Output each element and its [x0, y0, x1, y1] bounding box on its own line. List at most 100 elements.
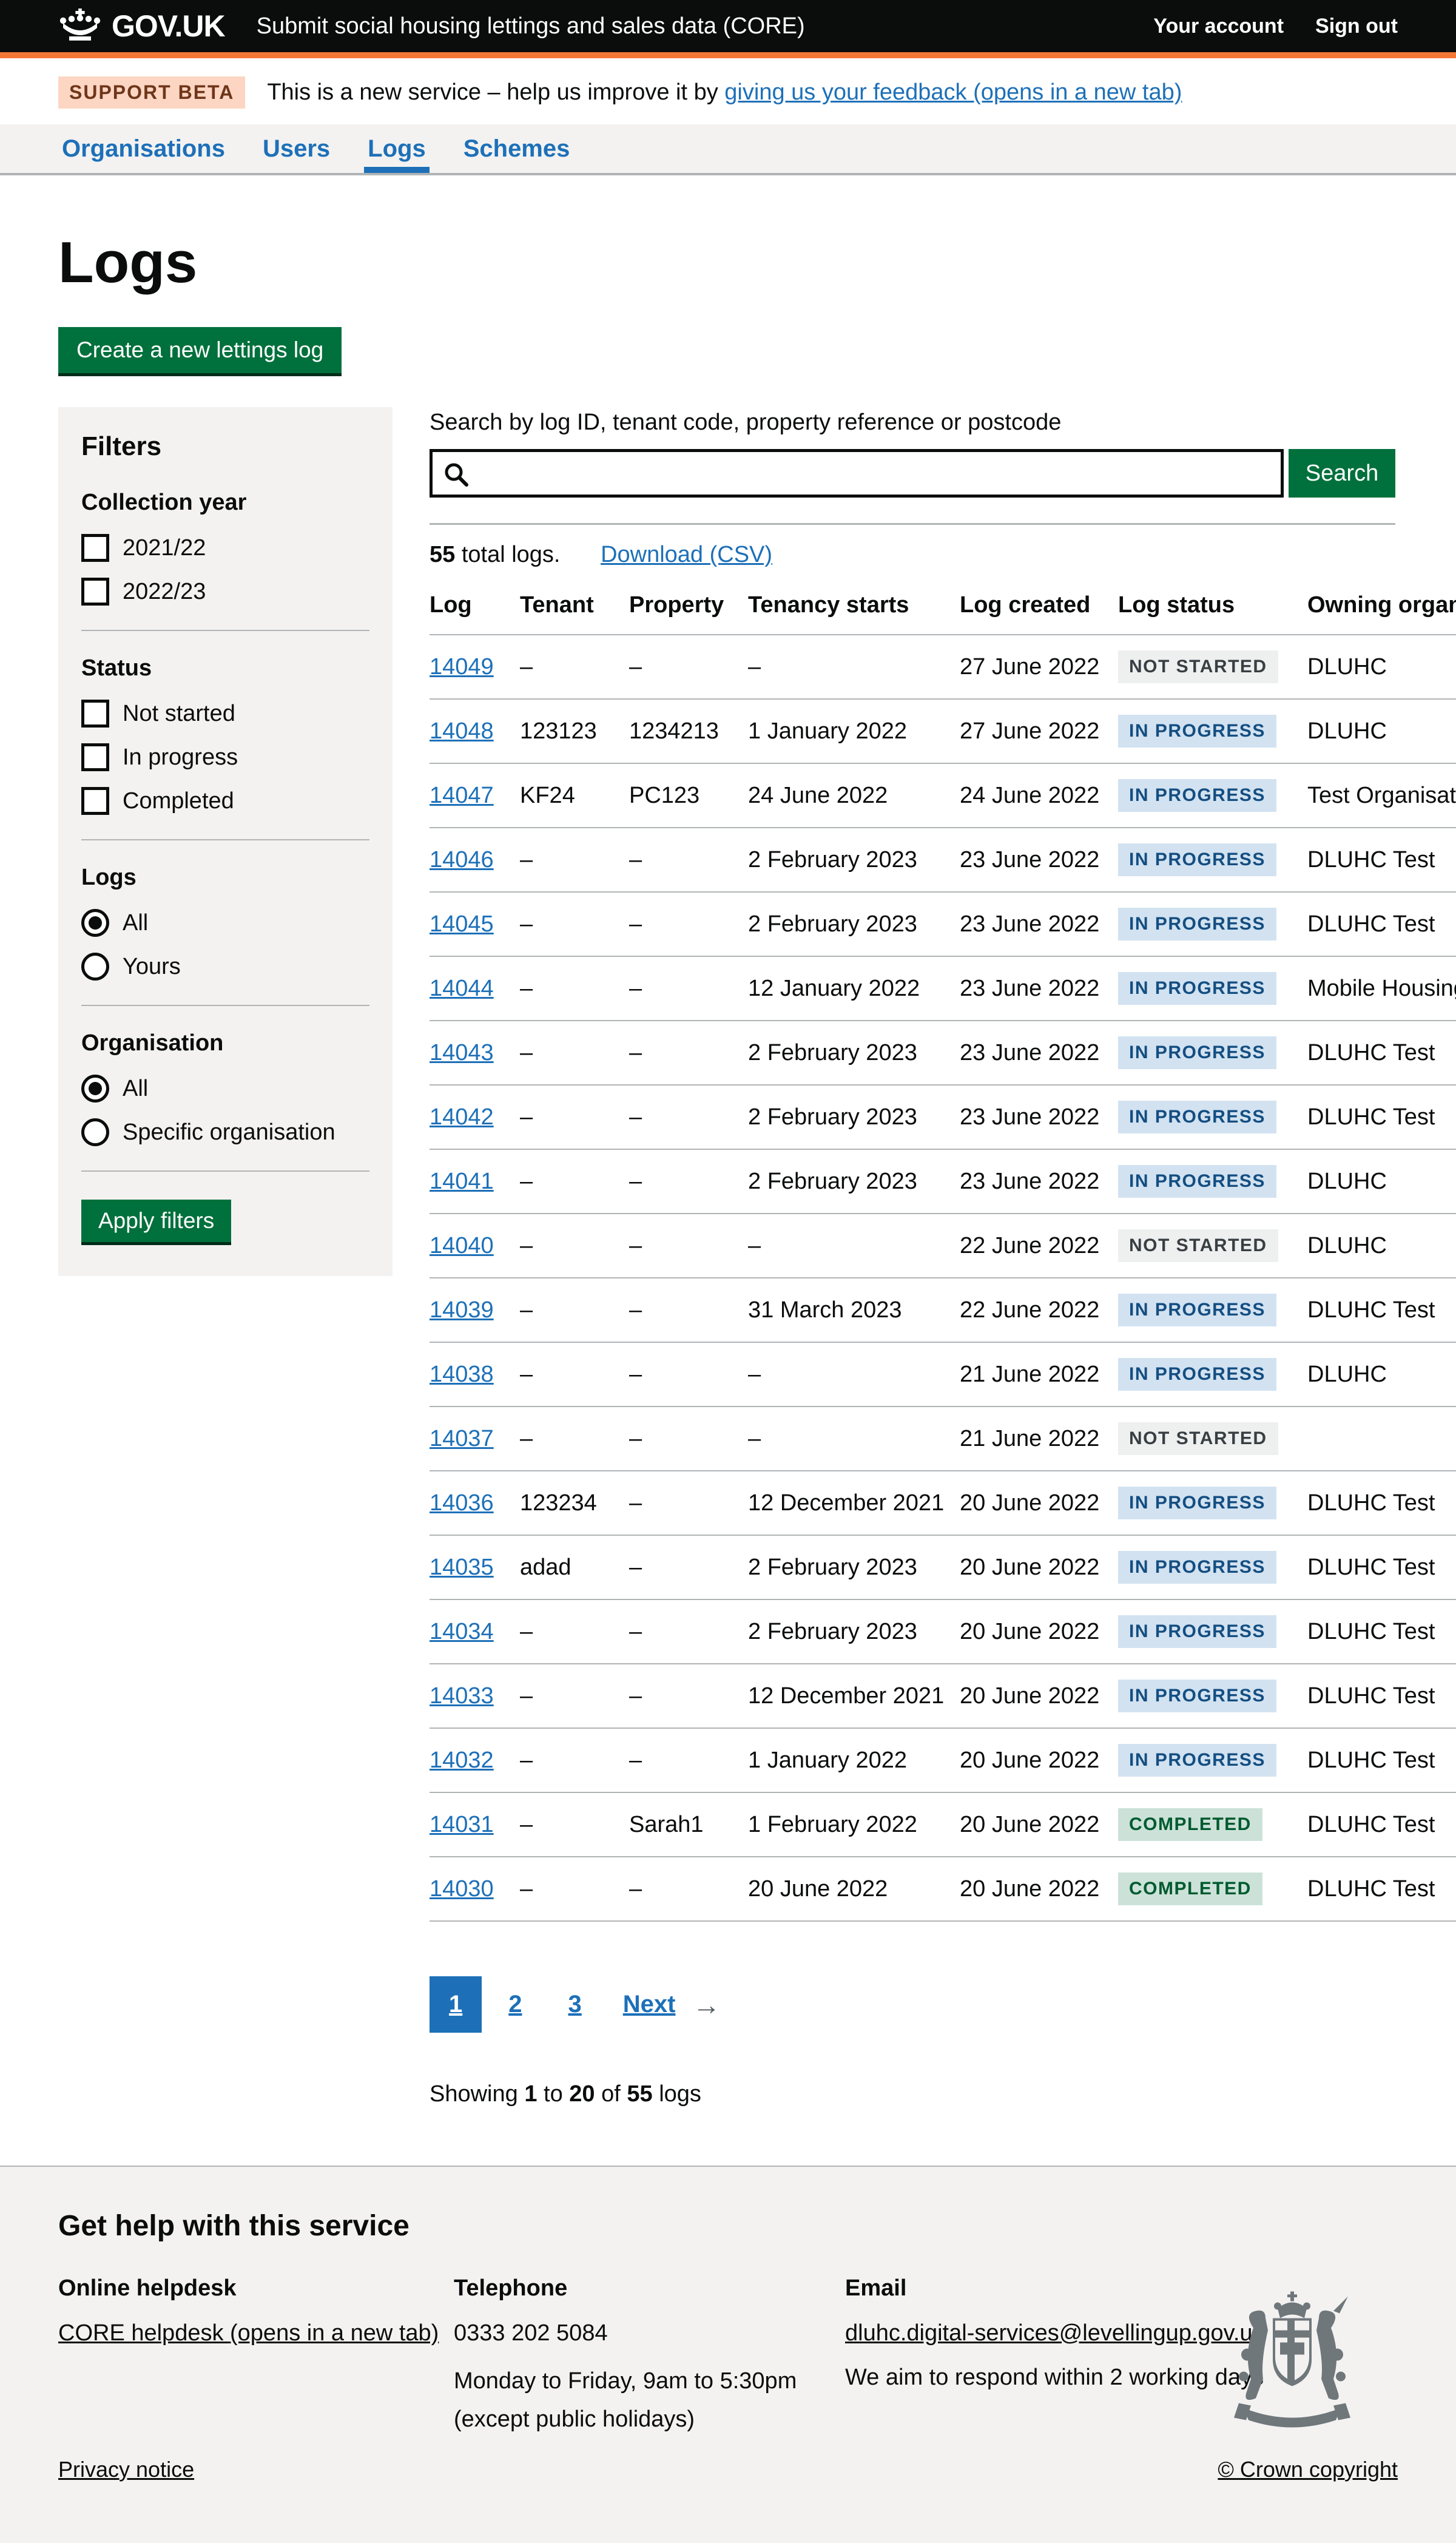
cell-log-created: 27 June 2022 [960, 699, 1118, 763]
table-row: 14047KF24PC12324 June 202224 June 2022IN… [430, 763, 1456, 828]
status-badge: NOT STARTED [1118, 650, 1278, 683]
cell-log-created: 20 June 2022 [960, 1792, 1118, 1857]
cell-log-status: IN PROGRESS [1118, 1085, 1307, 1149]
radio-option-yours[interactable]: Yours [81, 953, 369, 981]
phase-tag: SUPPORT BETA [58, 76, 245, 109]
table-row: 14044––12 January 202223 June 2022IN PRO… [430, 956, 1456, 1021]
sign-out-link[interactable]: Sign out [1315, 15, 1398, 38]
cell-log: 14032 [430, 1728, 520, 1792]
status-badge: IN PROGRESS [1118, 1358, 1276, 1391]
cell-log: 14040 [430, 1214, 520, 1278]
tab-logs[interactable]: Logs [364, 124, 430, 173]
radio-option-all[interactable]: All [81, 909, 369, 937]
checkbox-2021-22-icon[interactable] [81, 534, 109, 562]
tab-users[interactable]: Users [259, 124, 334, 173]
log-id-link[interactable]: 14045 [430, 911, 494, 937]
column-header-owning-organisation: Owning organisation [1307, 581, 1456, 635]
log-id-link[interactable]: 14039 [430, 1297, 494, 1323]
pagination-next-arrow-icon[interactable]: → [692, 1988, 720, 2021]
cell-owning-organisation: DLUHC [1307, 635, 1456, 699]
option-label: All [123, 1076, 148, 1102]
cell-owning-organisation: DLUHC Test [1307, 892, 1456, 956]
pagination-page-3[interactable]: 3 [549, 1976, 601, 2033]
status-badge: NOT STARTED [1118, 1422, 1278, 1455]
log-id-link[interactable]: 14035 [430, 1555, 494, 1580]
log-id-link[interactable]: 14034 [430, 1619, 494, 1644]
pagination-page-2[interactable]: 2 [489, 1976, 541, 2033]
log-id-link[interactable]: 14046 [430, 847, 494, 873]
log-id-link[interactable]: 14042 [430, 1104, 494, 1130]
privacy-notice-link[interactable]: Privacy notice [58, 2457, 194, 2482]
pagination-next-link[interactable]: Next [623, 1991, 676, 2018]
cell-log: 14046 [430, 828, 520, 892]
cell-log: 14041 [430, 1149, 520, 1214]
footer-link-email[interactable]: dluhc.digital-services@levellingup.gov.u… [845, 2317, 1264, 2349]
cell-property: – [629, 1599, 748, 1664]
checkbox-not-started-icon[interactable] [81, 700, 109, 728]
cell-tenancy-starts: 2 February 2023 [748, 1599, 960, 1664]
create-lettings-log-button[interactable]: Create a new lettings log [58, 327, 342, 373]
column-header-tenant: Tenant [520, 581, 629, 635]
cell-log-status: NOT STARTED [1118, 1214, 1307, 1278]
your-account-link[interactable]: Your account [1153, 15, 1284, 38]
page-title: Logs [58, 234, 1456, 292]
radio-yours-icon[interactable] [81, 953, 109, 981]
log-id-link[interactable]: 14041 [430, 1169, 494, 1194]
checkbox-option-in-progress[interactable]: In progress [81, 743, 369, 771]
cell-log-status: IN PROGRESS [1118, 1342, 1307, 1407]
cell-property: – [629, 1149, 748, 1214]
log-id-link[interactable]: 14030 [430, 1876, 494, 1902]
govuk-logotype[interactable]: GOV.UK [112, 8, 225, 44]
checkbox-option-2022-23[interactable]: 2022/23 [81, 578, 369, 606]
royal-coat-of-arms-icon [1232, 2291, 1353, 2443]
cell-tenant: – [520, 956, 629, 1021]
feedback-link[interactable]: giving us your feedback (opens in a new … [724, 79, 1182, 105]
crown-copyright-link[interactable]: © Crown copyright [1218, 2457, 1398, 2482]
table-row: 14035adad–2 February 202320 June 2022IN … [430, 1535, 1456, 1599]
log-id-link[interactable]: 14036 [430, 1490, 494, 1516]
checkbox-2022-23-icon[interactable] [81, 578, 109, 606]
cell-log-status: IN PROGRESS [1118, 828, 1307, 892]
log-id-link[interactable]: 14047 [430, 783, 494, 808]
search-button[interactable]: Search [1289, 449, 1395, 498]
log-id-link[interactable]: 14033 [430, 1683, 494, 1709]
checkbox-completed-icon[interactable] [81, 787, 109, 815]
log-id-link[interactable]: 14043 [430, 1040, 494, 1065]
radio-specific-organisation-icon[interactable] [81, 1118, 109, 1146]
cell-log: 14034 [430, 1599, 520, 1664]
checkbox-option-2021-22[interactable]: 2021/22 [81, 534, 369, 562]
status-badge: COMPLETED [1118, 1873, 1262, 1905]
filter-divider [81, 1005, 369, 1006]
log-id-link[interactable]: 14048 [430, 718, 494, 744]
log-id-link[interactable]: 14031 [430, 1812, 494, 1837]
radio-option-specific-organisation[interactable]: Specific organisation [81, 1118, 369, 1146]
phase-banner-message: This is a new service – help us improve … [267, 79, 724, 105]
footer-link-online-helpdesk[interactable]: CORE helpdesk (opens in a new tab) [58, 2317, 439, 2349]
radio-option-all[interactable]: All [81, 1075, 369, 1103]
checkbox-option-completed[interactable]: Completed [81, 787, 369, 815]
log-id-link[interactable]: 14038 [430, 1362, 494, 1387]
checkbox-in-progress-icon[interactable] [81, 743, 109, 771]
log-id-link[interactable]: 14037 [430, 1426, 494, 1451]
log-id-link[interactable]: 14032 [430, 1748, 494, 1773]
log-id-link[interactable]: 14044 [430, 976, 494, 1001]
cell-property: – [629, 1085, 748, 1149]
cell-log-status: IN PROGRESS [1118, 1149, 1307, 1214]
filter-divider [81, 1170, 369, 1172]
cell-log-created: 20 June 2022 [960, 1471, 1118, 1535]
cell-property: – [629, 1857, 748, 1921]
radio-all-icon[interactable] [81, 1075, 109, 1103]
download-csv-link[interactable]: Download (CSV) [601, 542, 772, 567]
radio-all-icon[interactable] [81, 909, 109, 937]
cell-property: – [629, 1535, 748, 1599]
log-id-link[interactable]: 14040 [430, 1233, 494, 1258]
tab-organisations[interactable]: Organisations [58, 124, 229, 173]
service-name-link[interactable]: Submit social housing lettings and sales… [257, 13, 805, 39]
pagination-page-1[interactable]: 1 [430, 1976, 482, 2033]
cell-tenant: – [520, 635, 629, 699]
tab-schemes[interactable]: Schemes [460, 124, 574, 173]
search-input[interactable] [433, 452, 1281, 495]
checkbox-option-not-started[interactable]: Not started [81, 700, 369, 728]
log-id-link[interactable]: 14049 [430, 654, 494, 680]
apply-filters-button[interactable]: Apply filters [81, 1200, 231, 1242]
